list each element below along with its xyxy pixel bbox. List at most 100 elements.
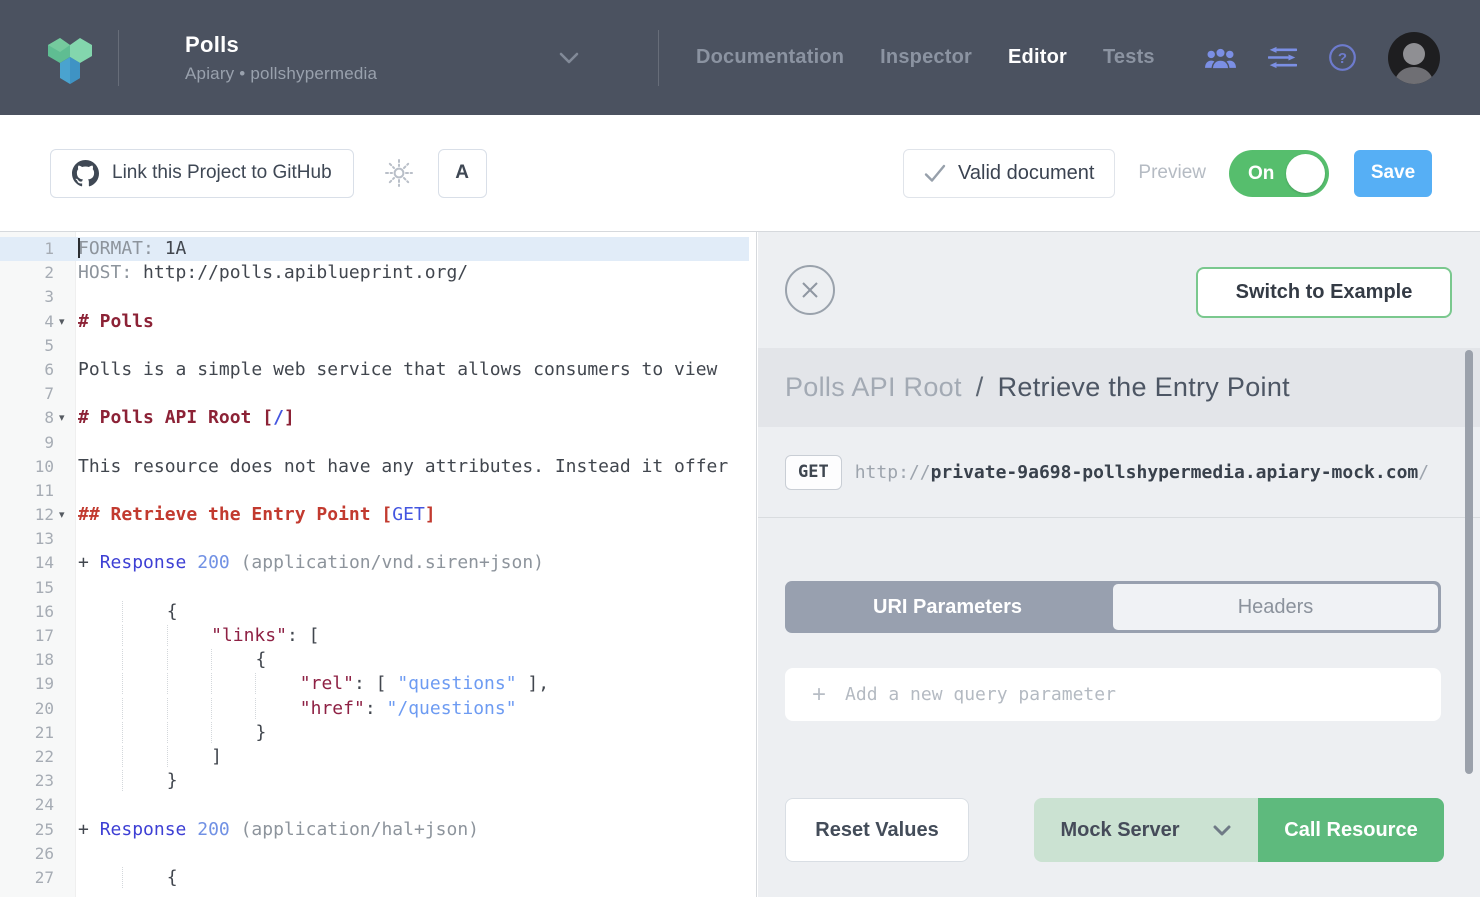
code-line[interactable]: 21 }	[0, 721, 749, 745]
code-line[interactable]: 15	[0, 576, 749, 600]
code-line[interactable]: 23 }	[0, 769, 749, 793]
code-line[interactable]: 24	[0, 793, 749, 817]
apiary-editor-app: Polls Apiary • pollshypermedia Documenta…	[0, 0, 1480, 897]
code-line[interactable]: 9	[0, 431, 749, 455]
fold-arrow-icon[interactable]: ▾	[54, 406, 76, 430]
save-button[interactable]: Save	[1354, 149, 1432, 197]
line-gutter: 25	[0, 818, 76, 842]
line-gutter: 15	[0, 576, 76, 600]
code-line[interactable]: 25 + Response 200 (application/hal+json)	[0, 818, 749, 842]
switch-to-example-button[interactable]: Switch to Example	[1196, 267, 1452, 318]
line-gutter: 8 ▾	[0, 406, 76, 430]
call-resource-button[interactable]: Call Resource	[1258, 798, 1444, 862]
code-line[interactable]: 8 ▾ # Polls API Root [/]	[0, 406, 749, 430]
team-icon[interactable]	[1204, 45, 1237, 70]
code-line[interactable]: 11	[0, 479, 749, 503]
nav-link-documentation[interactable]: Documentation	[696, 46, 844, 69]
code-line[interactable]: 10 This resource does not have any attrib…	[0, 455, 749, 479]
apiary-logo[interactable]	[38, 26, 102, 90]
code-line[interactable]: 3	[0, 285, 749, 309]
code-editor[interactable]: 1 FORMAT: 1A 2 HOST: http://polls.apibluepr…	[0, 232, 757, 897]
close-console-button[interactable]	[785, 265, 835, 315]
code-line[interactable]: 18 {	[0, 648, 749, 672]
code-line[interactable]: 12 ▾ ## Retrieve the Entry Point [GET]	[0, 503, 749, 527]
code-line[interactable]: 16 {	[0, 600, 749, 624]
line-gutter: 13	[0, 527, 76, 551]
tab-headers[interactable]: Headers	[1113, 584, 1438, 630]
user-avatar[interactable]	[1388, 31, 1440, 84]
breadcrumb-current: Retrieve the Entry Point	[997, 372, 1290, 402]
code-line[interactable]: 2 HOST: http://polls.apiblueprint.org/	[0, 261, 749, 285]
svg-text:?: ?	[1338, 50, 1347, 67]
chevron-down-icon	[1213, 825, 1231, 835]
project-info[interactable]: Polls Apiary • pollshypermedia	[185, 32, 377, 84]
reset-values-button[interactable]: Reset Values	[785, 798, 969, 862]
font-size-button[interactable]: A	[437, 148, 487, 198]
code-line[interactable]: 19 "rel": [ "questions" ],	[0, 672, 749, 696]
code-line[interactable]: 22 ]	[0, 745, 749, 769]
fold-arrow-icon[interactable]: ▾	[54, 503, 76, 527]
line-gutter: 18	[0, 648, 76, 672]
url-host: private-9a698-pollshypermedia.apiary-moc…	[930, 461, 1419, 483]
line-gutter: 26	[0, 842, 76, 866]
sliders-icon[interactable]	[1268, 46, 1297, 69]
url-scheme: http://	[854, 461, 931, 483]
nav-link-editor[interactable]: Editor	[1008, 46, 1067, 69]
navbar-right: ?	[1204, 31, 1480, 84]
code-line[interactable]: 13	[0, 527, 749, 551]
line-gutter: 4 ▾	[0, 310, 76, 334]
server-select-label: Mock Server	[1060, 818, 1180, 841]
close-icon	[802, 282, 818, 298]
line-gutter: 3	[0, 285, 76, 309]
code-line[interactable]: 27 {	[0, 866, 749, 890]
text-cursor	[78, 238, 80, 258]
code-lines: 1 FORMAT: 1A 2 HOST: http://polls.apibluepr…	[0, 232, 749, 890]
theme-brightness-icon[interactable]	[384, 158, 414, 188]
line-gutter: 20	[0, 697, 76, 721]
link-github-button[interactable]: Link this Project to GitHub	[50, 148, 354, 198]
nav-link-tests[interactable]: Tests	[1103, 46, 1155, 69]
plus-icon: +	[812, 680, 827, 708]
code-line[interactable]: 26	[0, 842, 749, 866]
project-chevron-down-icon[interactable]	[559, 52, 579, 64]
tab-uri-parameters[interactable]: URI Parameters	[785, 581, 1110, 633]
fold-arrow-icon[interactable]: ▾	[54, 310, 76, 334]
breadcrumb-separator: /	[975, 372, 984, 402]
code-line[interactable]: 20 "href": "/questions"	[0, 697, 749, 721]
code-line[interactable]: 5	[0, 334, 749, 358]
code-line[interactable]: 17 "links": [	[0, 624, 749, 648]
line-gutter: 24	[0, 793, 76, 817]
project-subtitle: Apiary • pollshypermedia	[185, 63, 378, 83]
breadcrumb-parent[interactable]: Polls API Root	[785, 372, 962, 403]
line-gutter: 14	[0, 551, 76, 575]
line-gutter: 7	[0, 382, 76, 406]
code-line[interactable]: 1 FORMAT: 1A	[0, 237, 749, 262]
nav-link-inspector[interactable]: Inspector	[880, 46, 972, 69]
console-panel: Switch to Example Polls API Root / Retri…	[758, 232, 1480, 897]
add-query-parameter-field[interactable]: + Add a new query parameter	[785, 668, 1441, 721]
navbar: Polls Apiary • pollshypermedia Documenta…	[0, 0, 1480, 115]
console-scrollbar-thumb[interactable]	[1465, 350, 1473, 774]
code-line[interactable]: 7	[0, 382, 749, 406]
request-url[interactable]: http://private-9a698-pollshypermedia.api…	[855, 462, 1429, 483]
server-select-dropdown[interactable]: Mock Server	[1034, 798, 1258, 862]
line-gutter: 10	[0, 455, 76, 479]
line-gutter: 21	[0, 721, 76, 745]
line-gutter: 2	[0, 261, 76, 285]
code-line[interactable]: 6 Polls is a simple web service that allo…	[0, 358, 749, 382]
help-icon[interactable]: ?	[1328, 43, 1357, 72]
preview-toggle[interactable]: On	[1229, 149, 1329, 197]
code-line[interactable]: 14 + Response 200 (application/vnd.siren+…	[0, 551, 749, 575]
code-line[interactable]: 4 ▾ # Polls	[0, 310, 749, 334]
